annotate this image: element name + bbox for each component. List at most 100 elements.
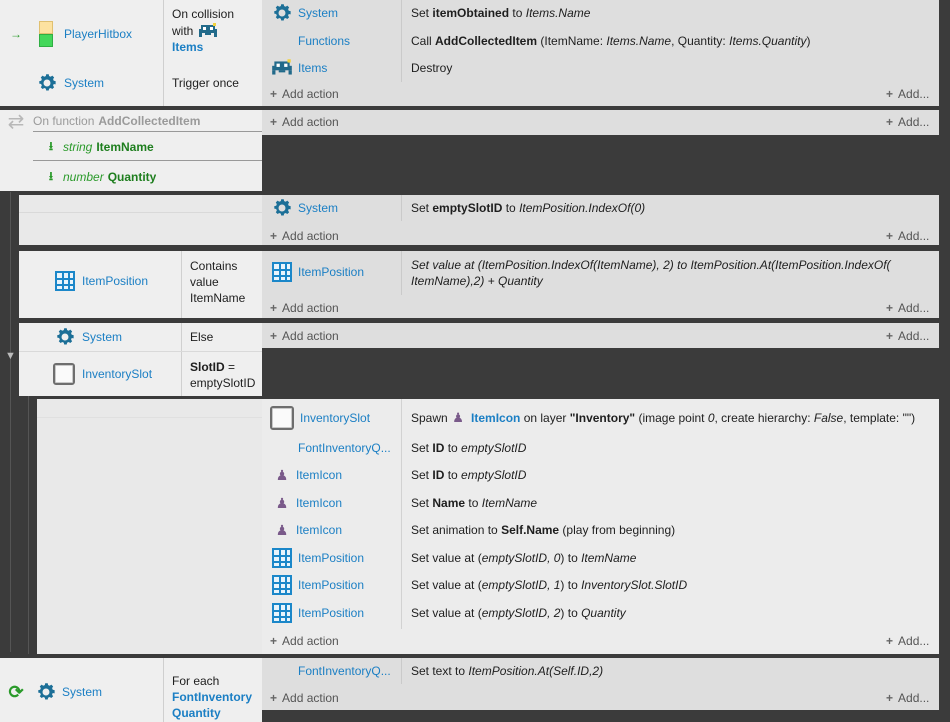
action-row[interactable]: Items Destroy (262, 56, 939, 80)
action-object[interactable]: Items (298, 61, 327, 75)
action-row[interactable]: System Set itemObtained to Items.Name (262, 1, 939, 25)
text-part: Items.Name (606, 34, 672, 48)
condition-line: On collision (172, 7, 235, 21)
condition-row-trigger-once[interactable]: System Trigger once (0, 70, 262, 96)
text-part: , template: "") (843, 411, 916, 425)
add-action-button[interactable]: + Add action (270, 298, 339, 318)
subevent-empty-condition[interactable] (19, 195, 262, 245)
subevent-spawn-block[interactable] (37, 399, 262, 654)
condition-object[interactable]: PlayerHitbox (64, 27, 132, 41)
action-object[interactable]: InventorySlot (300, 411, 370, 425)
text-part: (play from beginning) (559, 523, 676, 537)
condition-row[interactable]: ItemPosition (19, 268, 148, 294)
action-row[interactable]: FontInventoryQ... Set ID to emptySlotID (262, 436, 939, 460)
text-part: (ItemName: (537, 34, 607, 48)
action-row[interactable]: ItemPosition Set value at (emptySlotID, 2… (262, 601, 939, 625)
action-object[interactable]: ItemPosition (298, 265, 364, 279)
action-row[interactable]: ♟ ItemIcon Set ID to emptySlotID (262, 463, 939, 487)
condition-row-collision[interactable]: → PlayerHitbox (0, 20, 132, 48)
condition-target[interactable]: Quantity (172, 705, 252, 721)
condition-object[interactable]: System (64, 76, 104, 90)
arrow-right-icon: → (10, 27, 22, 41)
condition-target[interactable]: FontInventory (172, 689, 252, 705)
function-header[interactable]: ⇄ On function AddCollectedItem (0, 110, 262, 133)
text-part: Self.Name (501, 523, 560, 537)
add-action-button[interactable]: + Add action (270, 226, 339, 246)
action-text: Destroy (411, 61, 453, 75)
action-row[interactable]: FontInventoryQ... Set text to ItemPositi… (262, 659, 939, 683)
action-row[interactable]: ItemPosition Set value at (emptySlotID, 0… (262, 546, 939, 570)
text-line: Set value at (ItemPosition.IndexOf(ItemN… (411, 258, 891, 272)
repeat-icon: ⇄ (7, 110, 25, 133)
action-text: Spawn ♟ ItemIcon on layer "Inventory" (im… (411, 410, 915, 426)
action-row[interactable]: ♟ ItemIcon Set Name to ItemName (262, 491, 939, 515)
add-more-button[interactable]: + Add... (886, 112, 929, 132)
add-more-button[interactable]: + Add... (886, 326, 929, 346)
text-part: Quantity (581, 606, 626, 620)
add-action-button[interactable]: + Add action (270, 112, 339, 132)
add-more-button[interactable]: + Add... (886, 84, 929, 104)
action-row[interactable]: ItemPosition Set value at (emptySlotID, 1… (262, 573, 939, 597)
action-object[interactable]: System (298, 201, 338, 215)
function-prefix: On function (33, 114, 95, 128)
action-row[interactable]: Functions Call AddCollectedItem (ItemNam… (262, 29, 939, 53)
param-row[interactable]: ⭳ number Quantity (33, 166, 156, 188)
condition-row[interactable]: ⟳ System (0, 680, 102, 704)
text-part: Set value at ( (411, 606, 482, 620)
item-icon-icon: ♟ (452, 410, 464, 425)
condition-object[interactable]: System (62, 685, 102, 699)
add-more-button[interactable]: + Add... (886, 298, 929, 318)
add-more-label: Add... (898, 329, 930, 343)
add-more-button[interactable]: + Add... (886, 631, 929, 651)
action-object[interactable]: ItemIcon (296, 523, 342, 537)
condition-object[interactable]: System (82, 330, 122, 344)
add-action-button[interactable]: + Add action (270, 688, 339, 708)
alien-icon (197, 22, 219, 40)
action-object[interactable]: ItemIcon (296, 496, 342, 510)
param-row[interactable]: ⭳ string ItemName (33, 136, 154, 158)
array-grid-icon (55, 271, 75, 291)
action-object[interactable]: FontInventoryQ... (298, 441, 391, 455)
condition-target[interactable]: Items (172, 40, 234, 55)
add-action-button[interactable]: + Add action (270, 631, 339, 651)
condition-with: with (172, 23, 194, 38)
condition-text: On collision with Items (172, 7, 234, 55)
text-part: emptySlotID, 2 (481, 606, 561, 620)
action-object[interactable]: ItemPosition (298, 578, 364, 592)
action-row[interactable]: System Set emptySlotID to ItemPosition.I… (262, 196, 939, 220)
action-object[interactable]: Functions (298, 34, 350, 48)
add-action-button[interactable]: + Add action (270, 84, 339, 104)
add-action-label: Add action (282, 115, 339, 129)
condition-text: Contains value ItemName (190, 259, 246, 305)
action-row[interactable]: ItemPosition (262, 260, 364, 284)
action-object[interactable]: FontInventoryQ... (298, 664, 391, 678)
action-text: Set value at (emptySlotID, 2) to Quantit… (411, 606, 626, 620)
action-object[interactable]: ItemPosition (298, 551, 364, 565)
action-text: Set value at (emptySlotID, 1) to Invento… (411, 578, 687, 592)
collapse-triangle-icon[interactable]: ▼ (5, 350, 16, 362)
action-row[interactable]: ♟ ItemIcon Set animation to Self.Name (pla… (262, 518, 939, 542)
action-text: Set value at (ItemPosition.IndexOf(ItemN… (411, 257, 931, 289)
add-action-button[interactable]: + Add action (270, 326, 339, 346)
condition-object[interactable]: ItemPosition (82, 274, 148, 288)
add-more-button[interactable]: + Add... (886, 688, 929, 708)
text-part: ItemPosition.IndexOf(0) (519, 201, 646, 215)
condition-row[interactable]: System Else (19, 325, 262, 349)
action-row[interactable]: InventorySlot Spawn ♟ ItemIcon on layer "I… (262, 405, 939, 431)
text-part: ) to (560, 606, 582, 620)
condition-separator (181, 251, 182, 318)
add-action-label: Add action (282, 329, 339, 343)
add-more-label: Add... (898, 691, 930, 705)
add-more-button[interactable]: + Add... (886, 226, 929, 246)
action-object[interactable]: System (298, 6, 338, 20)
text-part: itemObtained (432, 6, 510, 20)
gear-icon (36, 72, 58, 94)
action-object[interactable]: ItemPosition (298, 606, 364, 620)
text-part: Set value at ( (411, 551, 482, 565)
condition-row[interactable]: InventorySlot (19, 361, 152, 387)
condition-object[interactable]: InventorySlot (82, 367, 152, 381)
text-part: Set (411, 496, 433, 510)
condition-text: For each FontInventory Quantity (172, 673, 252, 721)
condition-text: Trigger once (172, 76, 239, 90)
action-object[interactable]: ItemIcon (296, 468, 342, 482)
